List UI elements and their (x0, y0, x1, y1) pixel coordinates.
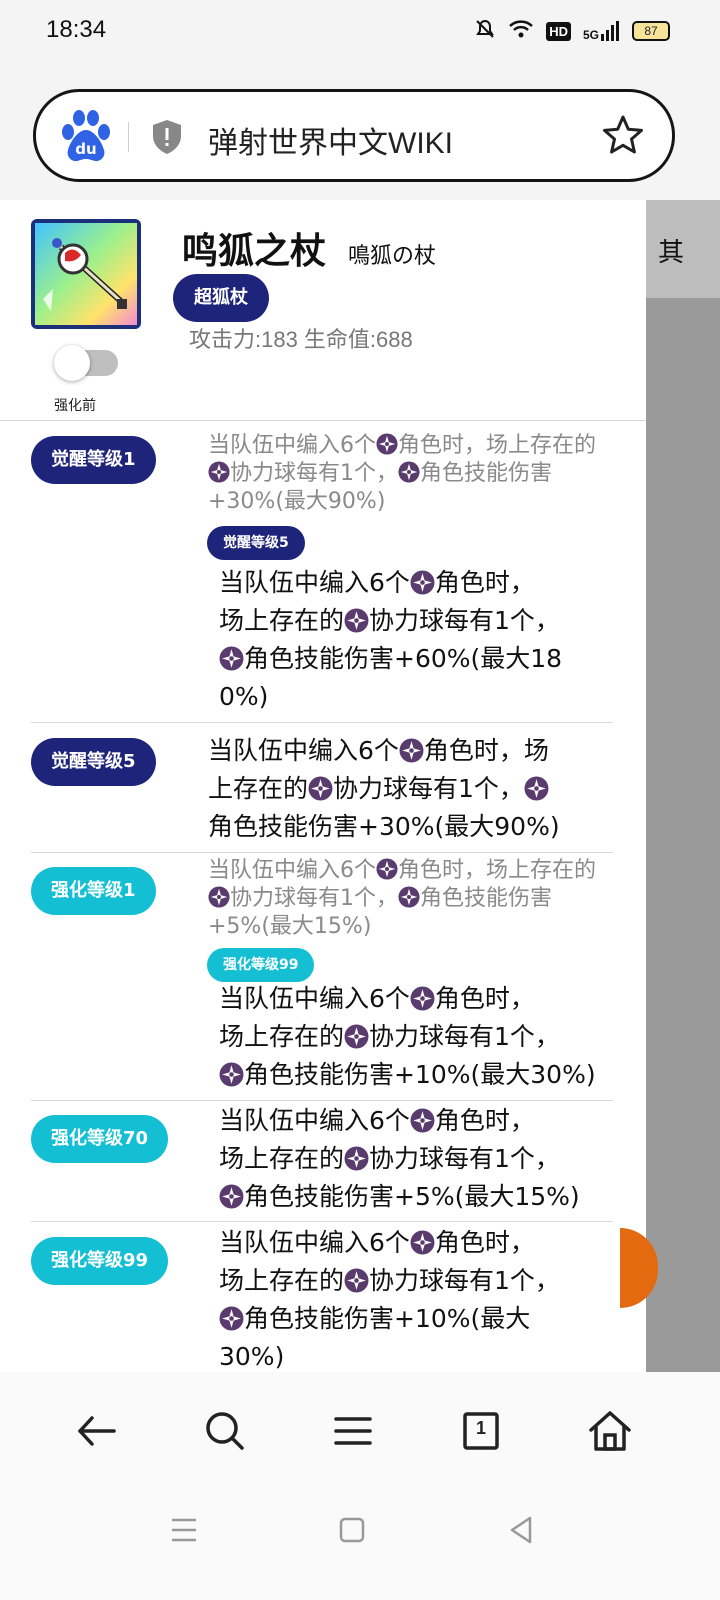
element-icon (344, 1266, 369, 1295)
baidu-paw-icon[interactable]: du (58, 108, 114, 164)
ability-sub-badge: 强化等级99 (207, 948, 315, 982)
tabs-icon[interactable]: 1 (456, 1406, 506, 1456)
element-icon (208, 461, 230, 486)
item-name: 鸣狐之杖 (182, 231, 327, 272)
back-arrow-icon[interactable] (72, 1406, 122, 1456)
item-type-badge[interactable]: 超狐杖 (173, 274, 269, 322)
ability-desc-upgraded: 当队伍中编入6个 角色时， 场上存在的 协力球每有1个， 角色技能伤害+60%(最大18… (219, 568, 563, 711)
system-home-icon[interactable] (332, 1510, 372, 1550)
ability-desc-upgraded: 当队伍中编入6个 角色时， 场上存在的 协力球每有1个， 角色技能伤害+10%(最大30… (219, 984, 596, 1089)
ability-badge: 强化等级1 (31, 867, 156, 915)
element-icon (344, 1144, 369, 1173)
enhance-toggle[interactable] (54, 345, 118, 381)
element-icon (376, 433, 398, 458)
ability-desc-base: 当队伍中编入6个 角色时，场上存在的协力球每有1个， 角色技能伤害+5%(最大15%… (208, 858, 597, 939)
item-jp-name: 鳴狐の杖 (348, 244, 437, 269)
svg-text:du: du (75, 140, 96, 158)
divider (31, 722, 613, 723)
wifi-icon (508, 18, 534, 44)
mute-bell-icon (474, 18, 496, 44)
element-icon (524, 774, 549, 803)
wiki-content[interactable]: 强化前 鸣狐之杖 鳴狐の杖 超狐杖 攻击力:183 生命值:688 觉醒等级1 … (0, 200, 646, 1372)
toggle-label: 强化前 (54, 398, 96, 414)
element-icon (410, 984, 435, 1013)
element-icon (399, 736, 424, 765)
side-drawer-overlay[interactable]: 其 (646, 200, 720, 1372)
ability-desc: 当队伍中编入6个 角色时，场 上存在的 协力球每有1个， 角色技能伤害+30%(最大90… (208, 736, 560, 841)
element-icon (398, 461, 420, 486)
star-icon[interactable] (602, 114, 644, 156)
toggle-knob (54, 345, 90, 381)
element-icon (219, 1182, 244, 1211)
element-icon (344, 1022, 369, 1051)
element-icon (398, 886, 420, 911)
item-stats: 攻击力:183 生命值:688 (189, 327, 413, 352)
hd-icon: HD (546, 21, 571, 41)
element-icon (308, 774, 333, 803)
element-icon (410, 1106, 435, 1135)
element-icon (376, 858, 398, 883)
home-icon[interactable] (585, 1406, 635, 1456)
element-icon (208, 886, 230, 911)
divider (0, 420, 646, 421)
ability-badge: 觉醒等级5 (31, 738, 156, 786)
item-image (31, 219, 141, 329)
shield-icon[interactable] (150, 118, 184, 156)
side-tab[interactable]: 其 (646, 200, 720, 298)
divider (31, 1221, 613, 1222)
ability-desc: 当队伍中编入6个 角色时， 场上存在的 协力球每有1个， 角色技能伤害+5%(最大15%… (219, 1106, 580, 1211)
element-icon (344, 606, 369, 635)
ability-desc-base: 当队伍中编入6个 角色时，场上存在的协力球每有1个， 角色技能伤害+30%(最大90… (208, 433, 597, 514)
page-title[interactable]: 弹射世界中文WIKI (208, 118, 453, 162)
battery-icon: 87 (632, 21, 670, 41)
status-icons: HD 5G 87 (474, 18, 670, 44)
element-icon (219, 644, 244, 673)
address-bar[interactable]: du 弹射世界中文WIKI (33, 89, 675, 182)
system-menu-icon[interactable] (164, 1510, 204, 1550)
ability-badge: 觉醒等级1 (31, 436, 156, 484)
element-icon (410, 1228, 435, 1257)
ability-badge: 强化等级99 (31, 1237, 169, 1285)
ability-sub-badge: 觉醒等级5 (207, 526, 305, 560)
element-icon (219, 1304, 244, 1333)
system-back-icon[interactable] (502, 1510, 542, 1550)
element-icon (410, 568, 435, 597)
ability-badge: 强化等级70 (31, 1115, 169, 1163)
ability-desc: 当队伍中编入6个 角色时， 场上存在的 协力球每有1个， 角色技能伤害+10%(最大 30… (219, 1228, 560, 1371)
element-icon (219, 1060, 244, 1089)
signal-icon: 5G (583, 20, 620, 42)
tab-count: 1 (475, 1418, 486, 1438)
bottom-nav: 1 (0, 1372, 720, 1600)
url-divider (128, 122, 129, 152)
status-time: 18:34 (46, 16, 107, 43)
menu-icon[interactable] (328, 1406, 378, 1456)
status-bar: 18:34 HD 5G 87 (0, 0, 720, 64)
divider (31, 1100, 613, 1101)
search-icon[interactable] (200, 1406, 250, 1456)
divider (31, 852, 613, 853)
